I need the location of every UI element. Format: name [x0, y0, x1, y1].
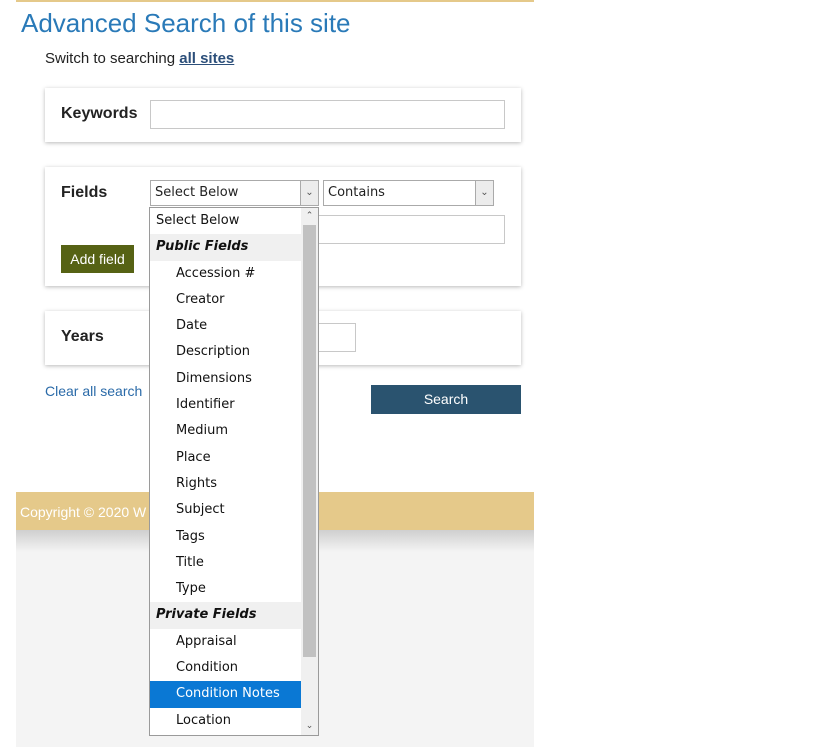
dropdown-option[interactable]: Type [150, 576, 301, 602]
page-title: Advanced Search of this site [21, 8, 351, 38]
add-field-button[interactable]: Add field [61, 245, 134, 273]
field-dropdown-list[interactable]: Select Below Public Fields Accession # Crea… [149, 207, 319, 736]
field-select-value: Select Below [155, 185, 239, 200]
top-rule [16, 0, 534, 2]
chevron-down-icon: ⌄ [300, 181, 318, 205]
footer-copyright: Copyright © 2020 W [20, 504, 147, 520]
dropdown-group-label: Public Fields [150, 234, 301, 261]
switch-label: Switch to searching [45, 50, 180, 67]
dropdown-option[interactable]: Dimensions [150, 366, 301, 392]
dropdown-group-label: Private Fields [150, 602, 301, 629]
dropdown-option[interactable]: Place [150, 445, 301, 471]
dropdown-scrollbar[interactable]: ⌃ ⌄ [301, 208, 318, 735]
dropdown-option[interactable]: Description [150, 339, 301, 365]
dropdown-option[interactable]: Location [150, 708, 301, 734]
dropdown-option[interactable]: Title [150, 550, 301, 576]
switch-sites-text: Switch to searching all sites [45, 50, 234, 67]
dropdown-option[interactable]: Medium [150, 418, 301, 444]
dropdown-option[interactable]: Condition Notes [150, 681, 301, 708]
dropdown-option[interactable]: Appraisal [150, 629, 301, 655]
dropdown-option[interactable]: Date [150, 313, 301, 339]
chevron-down-icon[interactable]: ⌄ [301, 718, 318, 735]
search-button[interactable]: Search [371, 385, 521, 414]
chevron-down-icon: ⌄ [475, 181, 493, 205]
dropdown-option[interactable]: Rights [150, 471, 301, 497]
dropdown-option[interactable]: Subject [150, 497, 301, 523]
scrollbar-thumb[interactable] [303, 225, 316, 657]
fields-label: Fields [61, 184, 108, 201]
dropdown-options: Select Below Public Fields Accession # Crea… [150, 208, 301, 734]
chevron-up-icon[interactable]: ⌃ [301, 208, 318, 225]
all-sites-link[interactable]: all sites [179, 50, 234, 67]
dropdown-option[interactable]: Accession # [150, 261, 301, 287]
dropdown-option[interactable]: Creator [150, 287, 301, 313]
clear-search-link[interactable]: Clear all search [45, 383, 142, 399]
dropdown-option[interactable]: Identifier [150, 392, 301, 418]
operator-select[interactable]: Contains ⌄ [323, 180, 494, 206]
field-select[interactable]: Select Below ⌄ [150, 180, 319, 206]
keywords-label: Keywords [61, 105, 138, 122]
dropdown-option[interactable]: Condition [150, 655, 301, 681]
keywords-panel: Keywords [45, 88, 521, 142]
operator-select-value: Contains [328, 185, 385, 200]
dropdown-option[interactable]: Tags [150, 524, 301, 550]
dropdown-option[interactable]: Select Below [150, 208, 301, 234]
years-label: Years [61, 328, 104, 345]
keywords-input[interactable] [150, 100, 505, 129]
